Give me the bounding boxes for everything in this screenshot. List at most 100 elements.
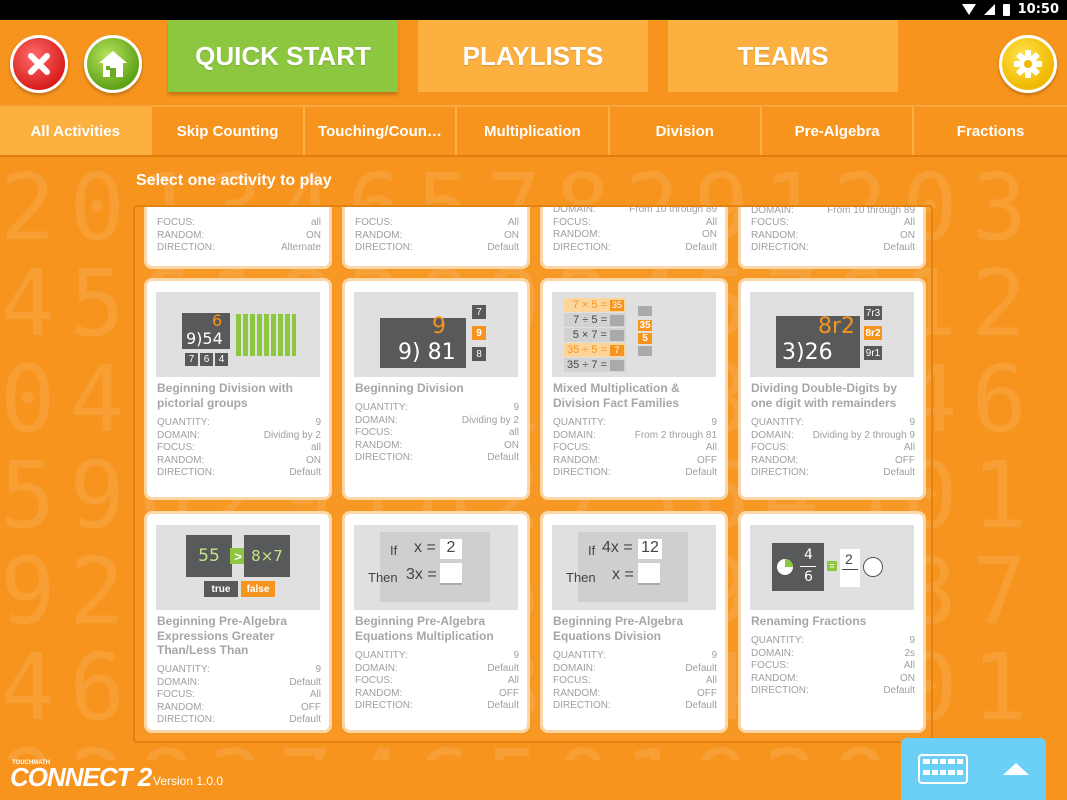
meta-row: DIRECTION: Default <box>553 700 717 713</box>
activity-thumbnail: 4 6 = 2 <box>750 525 914 610</box>
meta-value: OFF <box>697 687 717 699</box>
meta-value: ON <box>504 229 519 241</box>
tab-playlists[interactable]: PLAYLISTS <box>418 20 648 92</box>
meta-row: RANDOM: ON <box>157 230 321 243</box>
meta-value: ON <box>702 229 717 241</box>
activity-card[interactable]: If x = 2 Then 3x = Beginning Pre-Algebra… <box>342 511 530 733</box>
meta-key: DIRECTION: <box>553 467 611 479</box>
meta-row: QUANTITY: 9 <box>157 664 321 677</box>
answer-box <box>440 563 462 585</box>
meta-value: ON <box>306 229 321 241</box>
category-division[interactable]: Division <box>610 107 762 155</box>
meta-value: Default <box>883 685 915 697</box>
meta-value: Default <box>883 242 915 254</box>
fraction-circle <box>863 557 883 577</box>
activity-thumbnail: If 4x = 12 Then x = <box>552 525 716 610</box>
meta-value: 9 <box>711 650 717 661</box>
app-logo: CONNECT 2 <box>10 762 152 792</box>
meta-key: DOMAIN: <box>751 205 794 216</box>
activity-card[interactable]: 8r2 3)26 7r3 8r2 9r1 Dividing Double-Dig… <box>738 278 926 500</box>
meta-row: QUANTITY: 9 <box>751 417 915 430</box>
meta-row: RANDOM: OFF <box>553 688 717 701</box>
meta-key: DOMAIN: <box>751 647 794 659</box>
meta-row: DIRECTION: Alternate <box>157 242 321 255</box>
fact-line: 5 × 7 = <box>564 328 626 342</box>
meta-value: all <box>508 427 519 439</box>
meta-key: FOCUS: <box>157 689 195 701</box>
meta-row: RANDOM: ON <box>355 440 519 453</box>
meta-value: 9 <box>513 402 519 413</box>
meta-key: QUANTITY: <box>751 417 804 428</box>
meta-key: QUANTITY: <box>751 635 804 646</box>
category-pre-algebra[interactable]: Pre-Algebra <box>762 107 915 155</box>
meta-key: DIRECTION: <box>355 242 413 254</box>
meta-key: DOMAIN: <box>751 429 794 441</box>
meta-row: DOMAIN: Default <box>157 677 321 690</box>
meta-value: all <box>310 442 321 454</box>
meta-row: QUANTITY: 9 <box>751 635 915 648</box>
status-time: 10:50 <box>1017 2 1059 17</box>
activity-grid[interactable]: FOCUS: all RANDOM: ON DIRECTION: Alternate FO… <box>133 205 933 743</box>
meta-key: DOMAIN: <box>355 414 398 426</box>
meta-row: FOCUS: All <box>553 675 717 688</box>
activity-card[interactable]: FOCUS: all RANDOM: ON DIRECTION: Alternate <box>144 207 332 269</box>
activity-card[interactable]: QUANTITY:10DOMAIN:From 10 through 89FOCU… <box>738 205 926 269</box>
keyboard-icon <box>918 754 969 784</box>
meta-value: All <box>705 216 717 228</box>
activity-card[interactable]: 4 6 = 2 Renaming Fractions QUANTITY: 9 DOM… <box>738 511 926 733</box>
meta-key: FOCUS: <box>751 217 789 229</box>
meta-value: ON <box>306 454 321 466</box>
meta-value: From 2 through 81 <box>634 429 717 441</box>
activity-card[interactable]: If 4x = 12 Then x = Beginning Pre-Algebr… <box>540 511 728 733</box>
category-fractions[interactable]: Fractions <box>914 107 1066 155</box>
battery-icon <box>1002 3 1010 16</box>
activity-card[interactable]: 55 > 8×7 true false Beginning Pre-Algebr… <box>144 511 332 733</box>
meta-row: DOMAIN: Default <box>355 663 519 676</box>
activity-card[interactable]: 6 9)54 7 6 4 Beginning Division with pic… <box>144 278 332 500</box>
category-multiplication[interactable]: Multiplication <box>457 107 610 155</box>
meta-row: FOCUS: All <box>751 217 915 230</box>
close-icon <box>28 53 50 75</box>
fact-line: 35 ÷ 7 = <box>564 358 626 372</box>
meta-value: All <box>903 217 915 229</box>
tab-teams[interactable]: TEAMS <box>668 20 898 92</box>
meta-value: 9 <box>513 650 519 661</box>
settings-button[interactable] <box>999 35 1057 93</box>
meta-value: All <box>309 689 321 701</box>
activity-card[interactable]: DOMAIN: From 10 through 89 FOCUS: All RANDOM… <box>540 207 728 269</box>
pie-icon <box>777 559 793 575</box>
meta-key: DIRECTION: <box>157 242 215 254</box>
meta-key: FOCUS: <box>355 217 393 228</box>
fact-line: 7 × 5 = 35 <box>564 298 626 312</box>
meta-key: RANDOM: <box>751 454 799 466</box>
category-all-activities[interactable]: All Activities <box>0 107 153 155</box>
keyboard-toggle-button[interactable] <box>901 738 1046 800</box>
home-button[interactable] <box>84 35 142 93</box>
meta-row: DIRECTION: Default <box>553 242 717 255</box>
tab-quick-start[interactable]: QUICK START <box>168 20 398 92</box>
activity-card[interactable]: FOCUS: All RANDOM: ON DIRECTION: Default <box>342 207 530 269</box>
status-bar: 10:50 <box>0 0 1067 20</box>
meta-row: DIRECTION: Default <box>751 685 915 698</box>
category-touching-counting[interactable]: Touching/Coun… <box>305 107 458 155</box>
category-skip-counting[interactable]: Skip Counting <box>152 107 305 155</box>
meta-row: DIRECTION: Default <box>355 452 519 465</box>
meta-row: DIRECTION: Default <box>751 242 915 255</box>
meta-key: DIRECTION: <box>355 700 413 712</box>
meta-key: FOCUS: <box>553 675 591 687</box>
meta-value: OFF <box>895 454 915 466</box>
meta-value: 2s <box>904 647 915 659</box>
meta-key: RANDOM: <box>355 687 403 699</box>
meta-key: DIRECTION: <box>157 714 215 726</box>
meta-key: FOCUS: <box>751 660 789 672</box>
meta-row: DOMAIN: Dividing by 2 through 9 <box>751 430 915 443</box>
meta-key: QUANTITY: <box>157 664 210 675</box>
activity-card[interactable]: 9 9) 81 7 9 8 Beginning Division QUANTIT… <box>342 278 530 500</box>
meta-key: RANDOM: <box>355 229 403 241</box>
meta-row: RANDOM: OFF <box>751 455 915 468</box>
meta-key: RANDOM: <box>157 454 205 466</box>
meta-key: DOMAIN: <box>553 662 596 674</box>
fact-line: 7 ÷ 5 = <box>564 313 626 327</box>
activity-card[interactable]: 7 × 5 = 35 7 ÷ 5 = 5 × 7 = 35 ÷ 5 = 7 35 ÷ 7 =… <box>540 278 728 500</box>
close-button[interactable] <box>10 35 68 93</box>
